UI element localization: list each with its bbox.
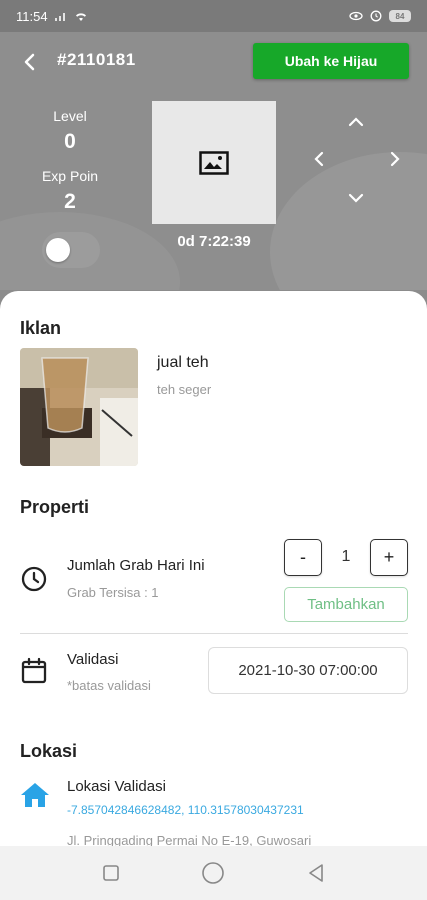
back-button[interactable] [14,46,46,78]
level-value: 0 [64,130,76,153]
level-block: Level 0 [20,108,120,154]
clock-icon [21,566,47,592]
validasi-subtitle: *batas validasi [67,678,151,693]
validation-date-field[interactable]: 2021-10-30 07:00:00 [208,647,408,694]
level-label: Level [53,108,87,124]
wifi-icon [75,13,86,21]
arrow-down-button[interactable] [342,184,370,212]
section-title-properti: Properti [20,497,90,517]
grab-remaining: Grab Tersisa : 1 [67,585,159,600]
chevron-left-icon [314,151,324,167]
ad-title: jual teh [157,354,209,371]
nav-back-button[interactable] [301,858,331,888]
chevron-up-icon [348,117,364,127]
nav-recents-button[interactable] [96,858,126,888]
ad-photo [20,348,138,466]
countdown-timer: 0d 7:22:39 [177,233,251,250]
circle-icon [202,862,225,884]
add-button[interactable]: Tambahkan [284,587,408,622]
signal-icon [54,13,65,21]
location-coordinates[interactable]: -7.85704284662848​2, 110.31578030437231 [67,803,304,817]
status-time: 11:54 [16,8,48,24]
status-toggle[interactable] [42,232,100,268]
image-placeholder[interactable] [152,101,276,224]
arrow-left-button[interactable] [305,145,333,173]
order-id: #2110181 [57,50,136,69]
triangle-back-icon [309,864,323,882]
header-panel: #2110181 Ubah ke Hijau Level 0 Exp Poin … [0,32,427,290]
toggle-knob [46,238,70,262]
detail-sheet: Iklan jual teh teh seger Properti Jumlah… [0,291,427,846]
location-title: Lokasi Validasi [67,778,166,795]
section-title-iklan: Iklan [20,318,62,338]
exp-block: Exp Poin 2 [20,168,120,214]
alarm-icon [370,10,382,22]
navigation-bar [0,846,427,900]
chevron-down-icon [348,193,364,203]
battery-icon: 84 [389,10,411,22]
decrement-button[interactable]: - [284,539,322,576]
ad-description: teh seger [157,382,212,397]
section-title-lokasi: Lokasi [20,741,78,761]
square-icon [103,865,119,881]
grab-title: Jumlah Grab Hari Ini [67,557,205,574]
location-address: Jl. Pringgading Permai No E-19, Guwosari [67,833,312,846]
exp-value: 2 [64,190,76,213]
increment-button[interactable]: + [370,539,408,576]
nav-home-button[interactable] [198,858,228,888]
divider [20,633,408,634]
change-to-green-button[interactable]: Ubah ke Hijau [253,43,409,79]
battery-level: 84 [395,11,405,21]
arrow-up-button[interactable] [342,108,370,136]
quantity-value: 1 [341,548,351,565]
arrow-right-button[interactable] [381,145,409,173]
exp-label: Exp Poin [41,168,99,184]
chevron-left-icon [24,53,35,71]
validasi-title: Validasi [67,651,119,668]
eye-icon [349,11,363,21]
home-icon [21,783,49,807]
ad-thumbnail[interactable] [20,348,138,466]
image-icon [199,150,229,175]
calendar-icon [21,657,47,684]
status-bar: 11:54 84 [0,0,427,32]
chevron-right-icon [390,151,400,167]
